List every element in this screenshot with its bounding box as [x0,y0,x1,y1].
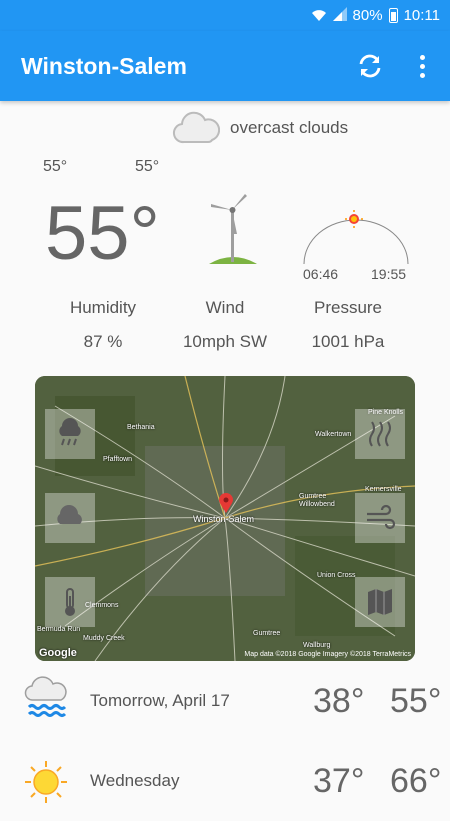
map-label: Winston-Salem [193,514,255,524]
signal-icon [332,6,347,25]
forecast-high: 55° [390,681,442,720]
max-temp: 55° [135,158,160,175]
sunset-time: 19:55 [371,266,407,282]
map-label: Wallburg [303,642,331,649]
wind-label: Wind [205,298,245,317]
map-label: Bermuda Run [37,626,81,633]
map-label: Muddy Creek [83,635,125,642]
wind-icon [367,504,396,530]
page-title: Winston-Salem [21,52,187,79]
sun-icon [25,761,67,803]
forecast-high: 66° [390,761,442,800]
min-temp: 55° [43,158,68,175]
current-temp: 55° [45,191,160,276]
sunrise-time: 06:46 [303,266,339,282]
battery-icon [388,8,398,23]
app-bar: Winston-Salem [0,31,450,101]
map-attribution: Map data ©2018 Google Imagery ©2018 Terr… [244,651,411,658]
pressure-value: 1001 hPa [311,332,385,351]
location-pin-icon [219,493,233,513]
refresh-button[interactable] [348,44,392,88]
thermometer-icon [65,588,75,616]
map-label: Walkertown [315,431,352,438]
rain-icon [24,676,67,717]
battery-percent: 80% [352,7,383,24]
forecast-row[interactable]: Wednesday 37° 66° [0,741,450,821]
overflow-menu-button[interactable] [400,44,444,88]
google-logo: Google [39,647,77,659]
forecast-row[interactable]: Tomorrow, April 17 38° 55° [0,661,450,741]
pressure-label: Pressure [313,298,383,317]
precipitation-layer-button[interactable] [45,409,95,459]
wifi-icon [311,9,327,22]
clouds-layer-button[interactable] [45,493,95,543]
refresh-icon [359,54,381,78]
humidity-label: Humidity [69,298,137,317]
condition-text: overcast clouds [230,118,349,137]
sun-arc-icon [303,210,409,265]
temperature-layer-button[interactable] [45,577,95,627]
pressure-layer-button[interactable] [355,409,405,459]
forecast-low: 38° [313,681,365,720]
clock: 10:11 [403,7,440,24]
more-vert-icon [419,54,425,78]
wind-layer-button[interactable] [355,493,405,543]
forecast-low: 37° [313,761,365,800]
map-type-button[interactable] [355,577,405,627]
weather-map[interactable]: Bethania Pfafftown Walkertown Pine Knoll… [35,376,415,661]
map-label: Union Cross [317,572,356,579]
map-label: Willowbend [299,501,335,508]
map-label: Pfafftown [103,456,133,463]
wind-turbine-icon [209,194,257,264]
rain-cloud-icon [59,418,81,446]
map-label: Gumtree [253,630,281,637]
forecast-day: Wednesday [90,771,180,790]
map-label: Gumtree [299,493,327,500]
cloud-icon [173,111,220,144]
humidity-value: 87 % [83,332,123,351]
status-bar: 80% 10:11 [0,0,450,31]
map-label: Bethania [127,424,155,431]
heat-waves-icon [369,421,391,447]
wind-value: 10mph SW [182,332,268,351]
current-condition: overcast clouds [172,110,348,146]
forecast-day: Tomorrow, April 17 [90,691,230,710]
cloud-layer-icon [57,505,82,524]
map-label: Kernersville [365,486,402,493]
map-fold-icon [368,589,392,615]
